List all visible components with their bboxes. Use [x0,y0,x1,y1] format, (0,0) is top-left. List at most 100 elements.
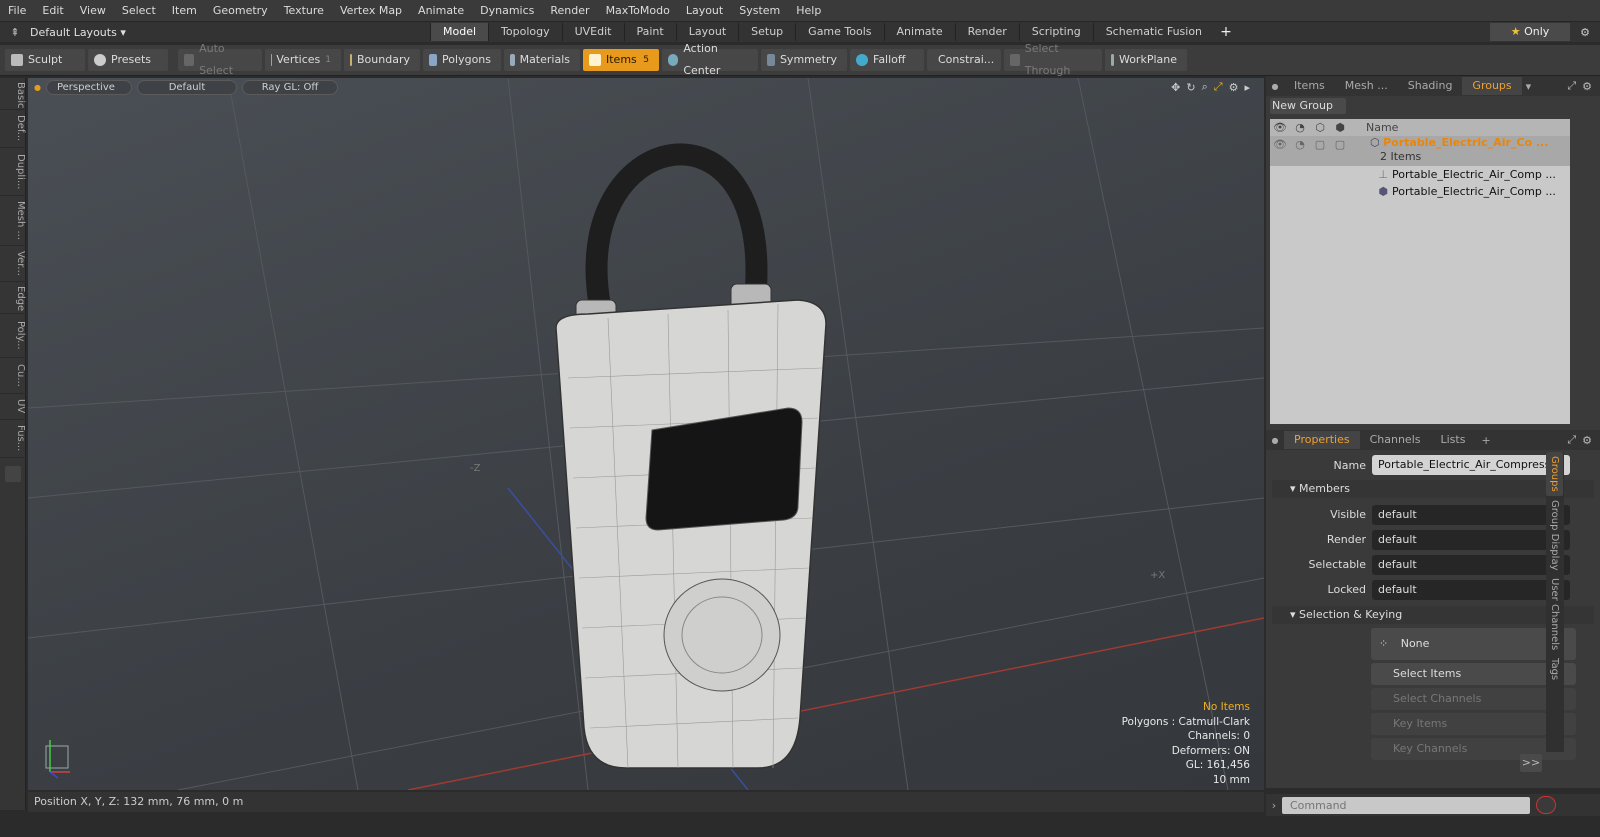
items-button[interactable]: Items 5 [583,49,659,71]
tab-render[interactable]: Render [954,23,1019,41]
menu-texture[interactable]: Texture [276,0,332,22]
action-center-button[interactable]: Action Center [662,42,758,77]
props-expand-icon[interactable]: ⤢ [1567,433,1576,447]
menu-view[interactable]: View [72,0,114,22]
add-props-tab-icon[interactable]: + [1481,434,1490,447]
tab-shading[interactable]: Shading [1398,77,1463,95]
raygl-dropdown[interactable]: Ray GL: Off [241,79,338,95]
viewport-gear-icon[interactable]: ⚙ [1229,81,1239,94]
lock-icon[interactable]: ⬡ [1310,119,1330,136]
locked-dropdown[interactable]: default▾ [1372,579,1570,600]
side-tab-vertex[interactable]: Ver... [0,246,26,282]
group-visible-icon[interactable]: 👁 [1270,136,1290,153]
menu-edit[interactable]: Edit [34,0,71,22]
panel-expand-icon[interactable]: ⤢ [1567,79,1576,93]
more-button[interactable]: >> [1520,754,1542,772]
group-member-row[interactable]: ⊥ Portable_Electric_Air_Comp ... [1270,166,1570,183]
menu-help[interactable]: Help [788,0,829,22]
workplane-button[interactable]: WorkPlane [1105,49,1187,71]
vertices-button[interactable]: Vertices 1 [265,49,341,71]
tab-paint[interactable]: Paint [623,23,676,41]
side-tab-deform[interactable]: Def... [0,110,26,148]
props-gear-icon[interactable]: ⚙ [1582,434,1592,447]
tab-items[interactable]: Items [1284,77,1335,95]
sculpt-button[interactable]: Sculpt [5,49,85,71]
render-icon[interactable]: ◔ [1290,119,1310,136]
menu-render[interactable]: Render [542,0,597,22]
side-tab-duplicate[interactable]: Dupli... [0,148,26,196]
render-dropdown[interactable]: default▾ [1372,529,1570,550]
tab-properties[interactable]: Properties [1284,431,1360,449]
visible-dropdown[interactable]: default▾ [1372,504,1570,525]
side-tab-tags[interactable]: Tags [1546,654,1563,684]
tab-groups[interactable]: Groups [1462,77,1522,95]
constraints-button[interactable]: Constrai... [927,49,1001,71]
auto-select-button[interactable]: Auto Select [178,42,262,77]
only-toggle[interactable]: ★ Only [1490,23,1570,41]
group-select-icon[interactable]: ▢ [1330,136,1350,153]
symmetry-button[interactable]: Symmetry [761,49,847,71]
zoom-icon[interactable]: ⌕ [1202,80,1208,94]
menu-layout[interactable]: Layout [678,0,731,22]
tab-game-tools[interactable]: Game Tools [795,23,883,41]
tab-schematic-fusion[interactable]: Schematic Fusion [1092,23,1214,41]
tab-mesh[interactable]: Mesh ... [1335,77,1398,95]
add-tab-icon[interactable]: + [1214,24,1238,40]
menu-vertex-map[interactable]: Vertex Map [332,0,410,22]
group-render-icon[interactable]: ◔ [1290,136,1310,153]
expand-strip-button[interactable] [5,466,21,482]
perspective-dropdown[interactable]: Perspective [45,79,132,95]
polygons-button[interactable]: Polygons [423,49,501,71]
side-tab-basic[interactable]: Basic [0,78,26,110]
side-tab-groups[interactable]: Groups [1546,452,1563,496]
layout-selector[interactable]: Default Layouts ▾ [30,26,430,39]
side-tab-fusion[interactable]: Fus... [0,420,26,458]
gear-icon[interactable]: ⚙ [1570,26,1600,39]
menu-dynamics[interactable]: Dynamics [472,0,542,22]
menu-maxtomodo[interactable]: MaxToModo [598,0,678,22]
record-icon[interactable] [1536,796,1556,814]
group-row[interactable]: 👁 ◔ ▢ ▢ ⬡ Portable_Electric_Air_Co ... 2… [1270,136,1570,166]
menu-system[interactable]: System [731,0,788,22]
panel-dropdown-arrow-icon[interactable]: ▾ [1526,80,1532,93]
menu-animate[interactable]: Animate [410,0,472,22]
viewport-menu-arrow-icon[interactable]: ▸ [1244,81,1250,94]
new-group-button[interactable]: New Group [1270,98,1346,114]
select-through-button[interactable]: Select Through [1004,42,1102,77]
select-icon[interactable]: ⬢ [1330,119,1350,136]
tab-animate[interactable]: Animate [883,23,955,41]
menu-select[interactable]: Select [114,0,164,22]
menu-file[interactable]: File [0,0,34,22]
presets-button[interactable]: Presets [88,49,168,71]
boundary-button[interactable]: Boundary [344,49,420,71]
side-tab-user-channels[interactable]: User Channels [1546,574,1563,654]
side-tab-group-display[interactable]: Group Display [1546,496,1563,574]
tab-lists[interactable]: Lists [1431,431,1476,449]
menu-geometry[interactable]: Geometry [205,0,276,22]
viewport-dot-icon[interactable]: ● [34,83,41,92]
tab-uvedit[interactable]: UVEdit [561,23,624,41]
panel-dot-icon[interactable]: ● [1266,82,1284,91]
pan-icon[interactable]: ✥ [1171,81,1180,94]
selectable-dropdown[interactable]: default▾ [1372,554,1570,575]
menu-item[interactable]: Item [164,0,205,22]
eye-icon[interactable]: 👁 [1270,119,1290,136]
side-tab-mesh[interactable]: Mesh ... [0,196,26,246]
name-column-header[interactable]: Name [1366,119,1398,136]
tab-channels[interactable]: Channels [1360,431,1431,449]
maximize-icon[interactable]: ⤢ [1214,80,1223,94]
props-dot-icon[interactable]: ● [1266,436,1284,445]
3d-viewport[interactable]: -Z +X ● Perspective Default Ray GL: Off … [28,78,1264,790]
materials-button[interactable]: Materials [504,49,580,71]
group-member-row[interactable]: ⬢ Portable_Electric_Air_Comp ... [1270,183,1570,200]
collapse-icon[interactable]: ⇞ [0,26,30,39]
name-field[interactable]: Portable_Electric_Air_Compressor [1372,455,1570,475]
side-tab-edge[interactable]: Edge [0,282,26,314]
tab-model[interactable]: Model [430,23,489,41]
shading-dropdown[interactable]: Default [136,79,237,95]
rotate-icon[interactable]: ↻ [1186,81,1195,94]
tab-topology[interactable]: Topology [488,23,562,41]
side-tab-polygon[interactable]: Poly... [0,314,26,358]
group-lock-icon[interactable]: ▢ [1310,136,1330,153]
side-tab-uv[interactable]: UV [0,394,26,420]
